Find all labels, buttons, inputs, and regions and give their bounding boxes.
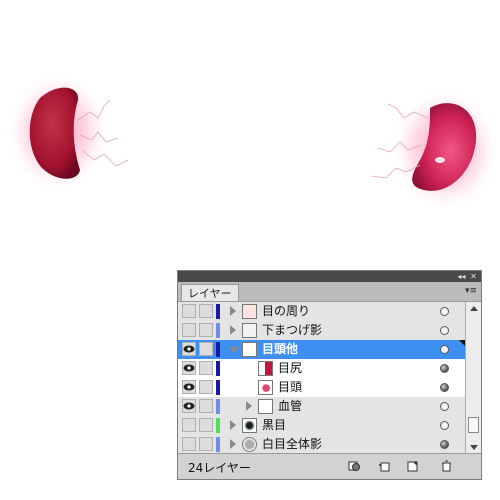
scroll-up-icon[interactable] — [470, 306, 478, 311]
expand-triangle-icon[interactable] — [230, 420, 236, 430]
visibility-toggle[interactable] — [182, 361, 196, 375]
panel-footer: 24レイヤー — [178, 453, 481, 479]
circle-thumb-icon — [242, 437, 257, 452]
close-panel-button[interactable]: ✕ — [468, 271, 479, 282]
layer-list-scrollbar[interactable] — [465, 302, 481, 454]
new-sublayer-icon[interactable] — [378, 460, 391, 472]
visibility-toggle[interactable] — [182, 437, 196, 451]
expand-triangle-icon[interactable] — [230, 325, 236, 335]
layer-color-swatch — [216, 361, 220, 376]
half-moon-thumb-icon — [258, 361, 273, 376]
target-circle-icon[interactable] — [440, 402, 449, 411]
collapse-panel-button[interactable]: ◂◂ — [456, 271, 467, 282]
panel-tab-row: レイヤー ▾≡ — [178, 282, 481, 302]
expand-triangle-icon[interactable] — [230, 439, 236, 449]
target-circle-icon[interactable] — [440, 421, 449, 430]
lock-toggle[interactable] — [199, 342, 213, 356]
layer-count: 24レイヤー — [188, 461, 251, 475]
eye-icon — [183, 364, 195, 372]
visibility-toggle[interactable] — [182, 380, 196, 394]
layer-row[interactable]: 白目全体影 — [178, 435, 465, 454]
lock-toggle[interactable] — [199, 304, 213, 318]
delete-layer-icon[interactable] — [440, 460, 453, 472]
layer-list: 目の周り 下まつげ影 目頭他 目尻 目頭 血管 黒目 白目全体影 — [178, 302, 465, 454]
scroll-thumb[interactable] — [468, 417, 479, 433]
layer-color-swatch — [216, 437, 220, 452]
target-circle-icon[interactable] — [440, 345, 449, 354]
lock-toggle[interactable] — [199, 361, 213, 375]
dots-thumb-icon — [242, 342, 257, 357]
tab-layers[interactable]: レイヤー — [181, 284, 239, 301]
visibility-toggle[interactable] — [182, 323, 196, 337]
layer-row[interactable]: 血管 — [178, 397, 465, 417]
layer-name[interactable]: 目の周り — [262, 302, 310, 321]
layer-name[interactable]: 血管 — [278, 397, 302, 416]
layer-color-swatch — [216, 342, 220, 357]
eye-icon — [183, 345, 195, 353]
layer-row[interactable]: 下まつげ影 — [178, 321, 465, 341]
layer-name[interactable]: 黒目 — [262, 416, 286, 435]
layer-name[interactable]: 下まつげ影 — [262, 321, 322, 340]
eye-icon — [183, 402, 195, 410]
layer-color-swatch — [216, 304, 220, 319]
lock-toggle[interactable] — [199, 437, 213, 451]
sketch-thumb-icon — [242, 323, 257, 338]
lock-toggle[interactable] — [199, 399, 213, 413]
expand-triangle-icon[interactable] — [230, 306, 236, 316]
layer-row[interactable]: 黒目 — [178, 416, 465, 436]
visibility-toggle[interactable] — [182, 418, 196, 432]
visibility-toggle[interactable] — [182, 304, 196, 318]
layer-row[interactable]: 目頭 — [178, 378, 465, 398]
visibility-toggle[interactable] — [182, 342, 196, 356]
layer-color-swatch — [216, 323, 220, 338]
layer-color-swatch — [216, 380, 220, 395]
layer-row-selected[interactable]: 目頭他 — [178, 340, 465, 360]
layer-name[interactable]: 目頭 — [278, 378, 302, 397]
layer-name[interactable]: 目尻 — [278, 359, 302, 378]
layer-name[interactable]: 目頭他 — [262, 340, 298, 359]
target-circle-icon[interactable] — [440, 383, 449, 392]
target-circle-icon[interactable] — [440, 364, 449, 373]
layer-name[interactable]: 白目全体影 — [262, 435, 322, 454]
layers-panel: ◂◂ ✕ レイヤー ▾≡ 目の周り 下まつげ影 目頭他 目尻 目頭 血管 黒目 … — [177, 270, 482, 480]
layer-row[interactable]: 目の周り — [178, 302, 465, 322]
layer-color-swatch — [216, 399, 220, 414]
blank-thumb-icon — [258, 399, 273, 414]
pink-thumb-icon — [242, 304, 257, 319]
target-circle-icon[interactable] — [440, 307, 449, 316]
eye-icon — [183, 383, 195, 391]
make-clipping-mask-icon[interactable] — [348, 460, 361, 472]
new-layer-icon[interactable] — [406, 460, 419, 472]
target-circle-icon[interactable] — [440, 440, 449, 449]
lock-toggle[interactable] — [199, 418, 213, 432]
drop-thumb-icon — [258, 380, 273, 395]
visibility-toggle[interactable] — [182, 399, 196, 413]
target-circle-icon[interactable] — [440, 326, 449, 335]
collapse-triangle-icon[interactable] — [229, 347, 239, 353]
layer-row[interactable]: 目尻 — [178, 359, 465, 379]
lock-toggle[interactable] — [199, 323, 213, 337]
panel-titlebar[interactable]: ◂◂ ✕ — [178, 271, 481, 282]
left-eye-orb — [6, 72, 129, 192]
expand-triangle-icon[interactable] — [246, 401, 252, 411]
right-eye-orb — [371, 88, 500, 212]
iris-thumb-icon — [242, 418, 257, 433]
scroll-down-icon[interactable] — [470, 445, 478, 450]
panel-menu-icon[interactable]: ▾≡ — [465, 286, 477, 296]
layer-color-swatch — [216, 418, 220, 433]
lock-toggle[interactable] — [199, 380, 213, 394]
